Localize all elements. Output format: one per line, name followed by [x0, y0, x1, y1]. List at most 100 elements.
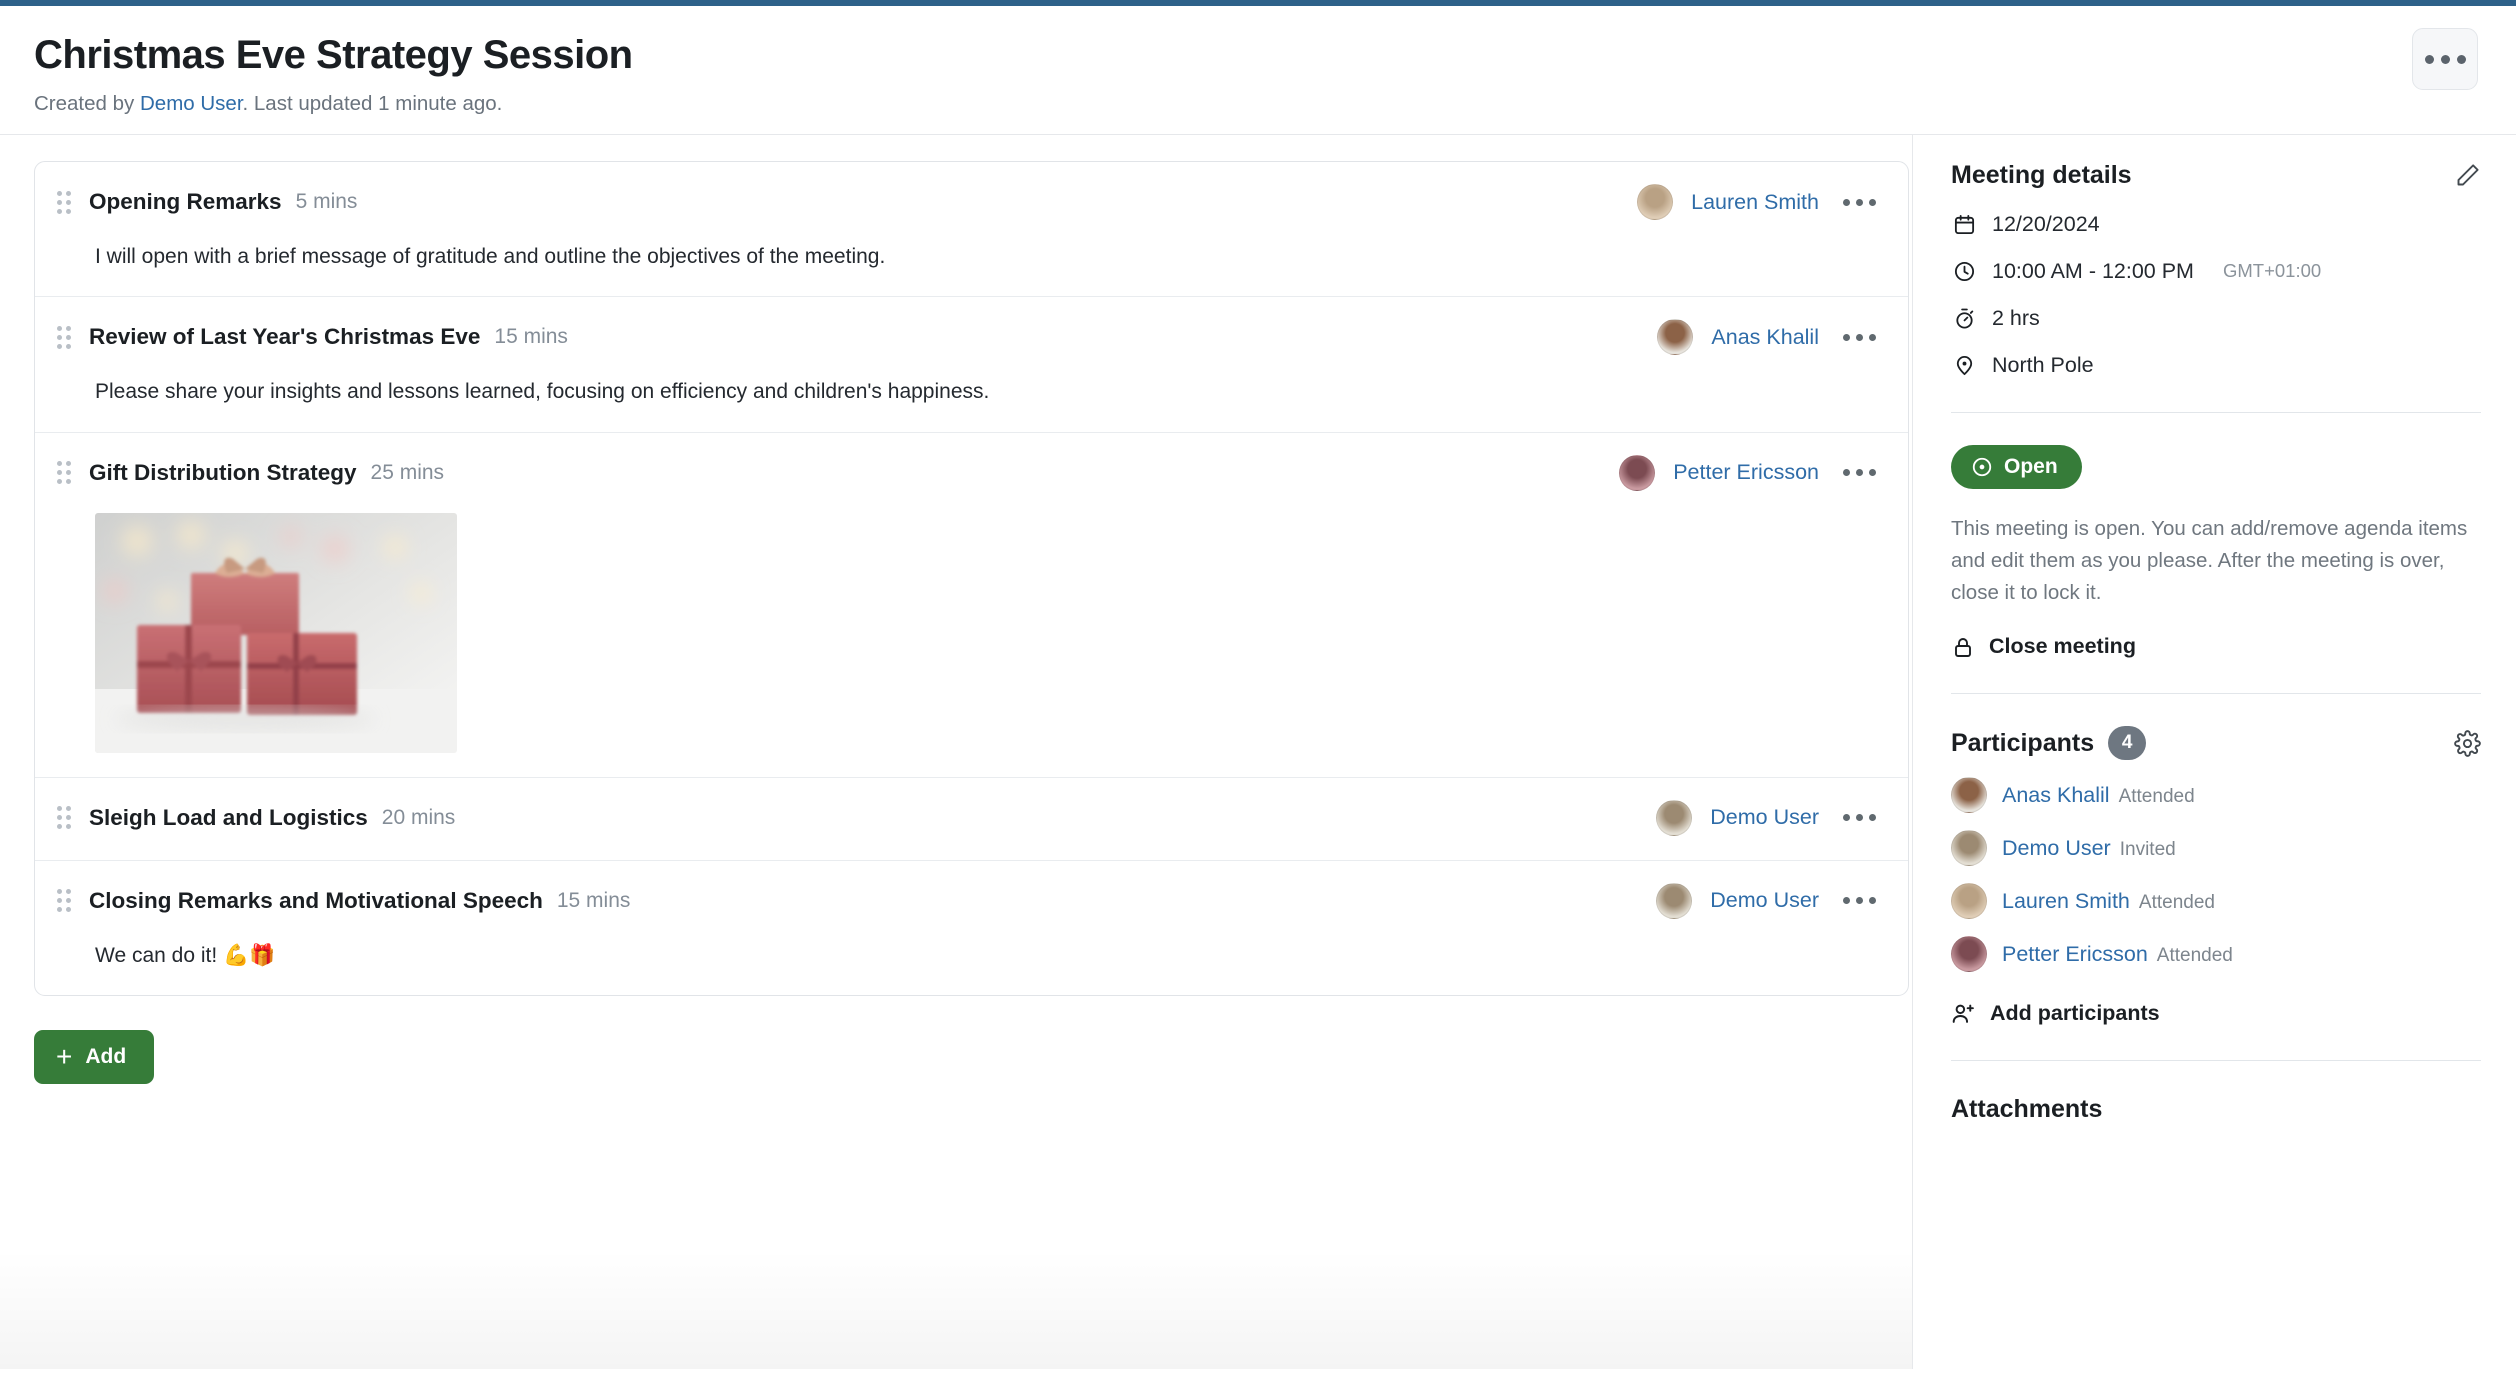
agenda-item-title: Gift Distribution Strategy	[89, 459, 357, 485]
add-agenda-item-label: Add	[85, 1045, 127, 1069]
participant-status: Attended	[2118, 785, 2195, 807]
agenda-item-duration: 5 mins	[295, 190, 358, 213]
add-agenda-item-button[interactable]: + Add	[34, 1030, 155, 1085]
created-by-prefix: Created by	[34, 92, 140, 115]
avatar	[1637, 184, 1674, 220]
agenda-item-actions: Anas Khalil	[1657, 319, 1882, 356]
meeting-time-row: 10:00 AM - 12:00 PM GMT+01:00	[1951, 258, 2481, 284]
participants-list: Anas Khalil Attended Demo User Invited Laure…	[1951, 777, 2481, 973]
ellipsis-icon	[2456, 54, 2466, 64]
agenda-item-title: Closing Remarks and Motivational Speech	[89, 887, 543, 913]
participants-count-badge: 4	[2108, 726, 2147, 761]
meeting-timezone: GMT+01:00	[2222, 260, 2322, 281]
agenda-item-assignee[interactable]: Demo User	[1710, 888, 1819, 913]
avatar	[1656, 882, 1693, 919]
status-badge-label: Open	[2004, 455, 2058, 478]
participant-name[interactable]: Lauren Smith	[2002, 889, 2130, 913]
participant-name[interactable]: Petter Ericsson	[2002, 942, 2148, 966]
agenda-item: Sleigh Load and Logistics 20 mins Demo Use…	[35, 778, 1908, 861]
agenda-panel: Opening Remarks 5 mins Lauren Smith I will …	[0, 135, 1912, 1369]
page-subtitle: Created by Demo User. Last updated 1 min…	[34, 92, 2482, 116]
close-meeting-label: Close meeting	[1989, 634, 2136, 659]
ellipsis-icon	[2424, 54, 2434, 64]
participant-row: Lauren Smith Attended	[1951, 883, 2481, 920]
agenda-item-duration: 25 mins	[370, 460, 445, 484]
agenda-item-title: Sleigh Load and Logistics	[89, 804, 368, 830]
agenda-item-header: Closing Remarks and Motivational Speech 1…	[35, 882, 1908, 919]
agenda-item-duration: 20 mins	[381, 805, 456, 829]
participant-status: Attended	[2138, 891, 2215, 913]
add-participants-label: Add participants	[1990, 1001, 2160, 1026]
participant-name[interactable]: Demo User	[2002, 836, 2111, 860]
edit-meeting-details-button[interactable]	[2454, 162, 2481, 189]
agenda-item-assignee[interactable]: Demo User	[1710, 805, 1819, 830]
drag-handle-icon[interactable]	[57, 325, 73, 349]
avatar	[1657, 319, 1694, 356]
drag-handle-icon[interactable]	[57, 889, 73, 913]
drag-handle-icon[interactable]	[57, 461, 73, 485]
agenda-item-title: Review of Last Year's Christmas Eve	[89, 324, 481, 350]
last-updated-text: . Last updated 1 minute ago.	[242, 92, 503, 115]
meeting-details-heading: Meeting details	[1951, 161, 2132, 189]
agenda-item-description: We can do it! 💪🎁	[95, 943, 276, 967]
meeting-date-row: 12/20/2024	[1951, 211, 2481, 237]
agenda-item: Opening Remarks 5 mins Lauren Smith I will …	[35, 162, 1908, 298]
agenda-item-assignee[interactable]: Lauren Smith	[1691, 190, 1819, 215]
participants-attachments-divider	[1951, 1060, 2481, 1062]
clock-icon	[1951, 258, 1977, 284]
agenda-item-assignee[interactable]: Anas Khalil	[1711, 325, 1819, 350]
dot-circle-icon	[1972, 457, 1992, 477]
participant-name[interactable]: Anas Khalil	[2002, 783, 2110, 807]
meeting-location-row: North Pole	[1951, 352, 2481, 378]
add-participants-button[interactable]: Add participants	[1951, 1001, 2481, 1026]
agenda-item: Closing Remarks and Motivational Speech 1…	[35, 861, 1908, 995]
agenda-item-description: Please share your insights and lessons l…	[95, 380, 990, 404]
red-gift-boxes-photo	[95, 512, 457, 753]
agenda-item-title: Opening Remarks	[89, 189, 282, 214]
drag-handle-icon[interactable]	[57, 806, 73, 830]
page-overflow-menu-button[interactable]	[2412, 28, 2478, 90]
agenda-item-overflow-menu-button[interactable]	[1837, 191, 1882, 214]
stopwatch-icon	[1951, 305, 1977, 331]
person-plus-icon	[1952, 1004, 1974, 1024]
created-by-link[interactable]: Demo User	[140, 92, 243, 115]
avatar	[1951, 936, 1987, 973]
meeting-duration: 2 hrs	[1992, 305, 2040, 330]
plus-icon: +	[56, 1041, 73, 1073]
agenda-item-actions: Lauren Smith	[1637, 184, 1882, 220]
agenda-item-overflow-menu-button[interactable]	[1837, 461, 1882, 484]
status-badge[interactable]: Open	[1951, 445, 2082, 489]
agenda-item-header: Review of Last Year's Christmas Eve 15 mi…	[35, 319, 1908, 356]
agenda-item-header: Sleigh Load and Logistics 20 mins Demo Use…	[35, 799, 1908, 836]
meeting-details-section: Meeting details 12/20/2024 10:00 AM - 12…	[1951, 161, 2481, 413]
details-sidebar: Meeting details 12/20/2024 10:00 AM - 12…	[1951, 135, 2481, 1369]
agenda-item-assignee[interactable]: Petter Ericsson	[1673, 460, 1819, 485]
agenda-item: Review of Last Year's Christmas Eve 15 mi…	[35, 297, 1908, 433]
meeting-details-header: Meeting details	[1951, 161, 2481, 190]
meeting-date: 12/20/2024	[1992, 211, 2100, 236]
close-meeting-button[interactable]: Close meeting	[1951, 634, 2481, 659]
page-title: Christmas Eve Strategy Session	[34, 33, 633, 77]
meeting-location: North Pole	[1992, 352, 2094, 377]
avatar	[1656, 799, 1693, 836]
agenda-item-actions: Petter Ericsson	[1619, 454, 1882, 491]
participant-row: Demo User Invited	[1951, 830, 2481, 867]
avatar	[1619, 454, 1656, 491]
lock-icon	[1955, 637, 1971, 657]
agenda-item-header: Opening Remarks 5 mins Lauren Smith	[35, 184, 1908, 220]
agenda-item: Gift Distribution Strategy 25 mins Petter …	[35, 433, 1908, 778]
participant-row: Anas Khalil Attended	[1951, 777, 2481, 814]
agenda-item-actions: Demo User	[1656, 799, 1882, 836]
participants-settings-button[interactable]	[2454, 729, 2481, 757]
avatar	[1951, 883, 1987, 920]
agenda-item-overflow-menu-button[interactable]	[1837, 889, 1882, 912]
meeting-time: 10:00 AM - 12:00 PM	[1992, 258, 2194, 283]
agenda-item-overflow-menu-button[interactable]	[1837, 326, 1882, 349]
agenda-item-overflow-menu-button[interactable]	[1837, 806, 1882, 829]
agenda-item-actions: Demo User	[1656, 882, 1882, 919]
participant-status: Invited	[2119, 838, 2176, 860]
drag-handle-icon[interactable]	[57, 190, 73, 214]
scroll-fade-overlay	[0, 1249, 1912, 1369]
meeting-duration-row: 2 hrs	[1951, 305, 2481, 331]
panel-divider	[1912, 135, 1913, 1369]
